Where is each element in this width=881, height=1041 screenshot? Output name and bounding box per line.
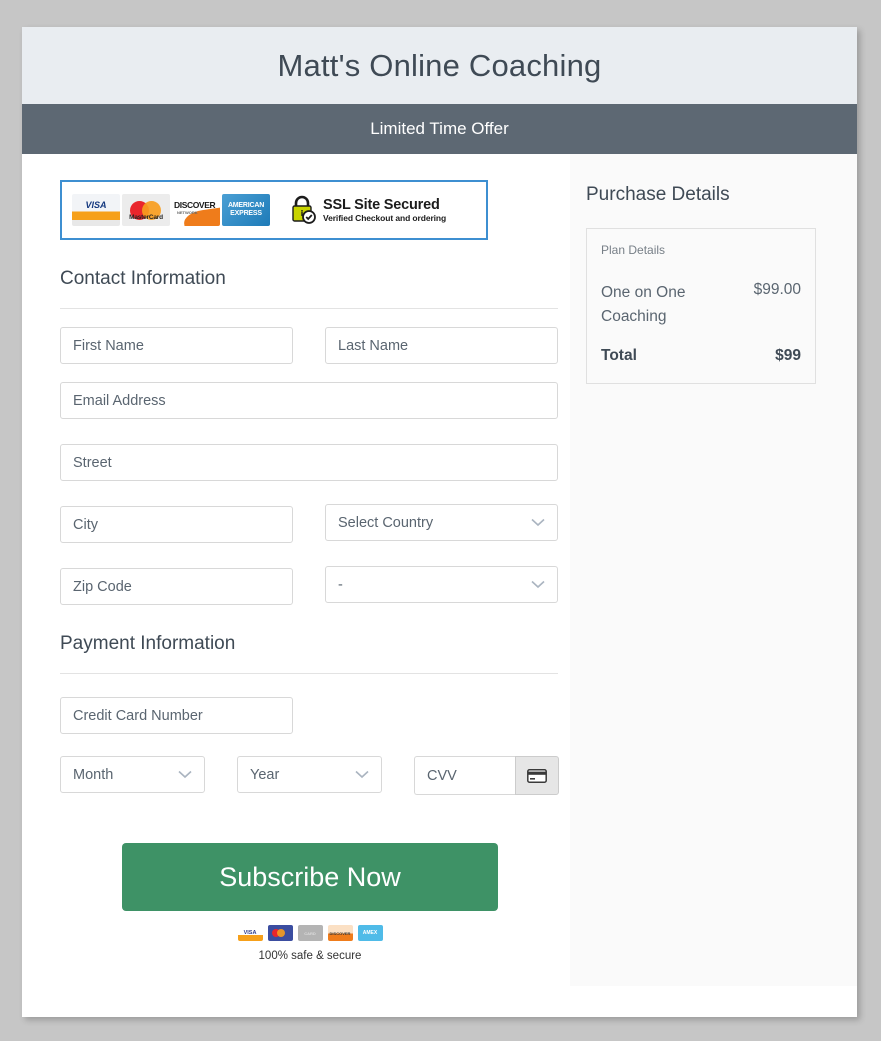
mastercard-logo-icon: MasterCard	[122, 194, 170, 226]
name-row: First Name Last Name	[60, 327, 570, 364]
amex-badge-icon: AMEX	[357, 925, 383, 941]
purchase-details-heading: Purchase Details	[586, 184, 730, 205]
plan-line-item: One on One Coaching $99.00	[601, 281, 801, 329]
accepted-cards-row: VISA CARD DISCOVER AMEX	[122, 925, 498, 941]
street-row: Street	[60, 444, 570, 481]
payment-section-divider	[60, 673, 558, 674]
country-select[interactable]: Select Country	[325, 504, 558, 541]
chevron-down-icon	[355, 770, 369, 779]
total-row: Total $99	[601, 347, 801, 365]
page-title: Matt's Online Coaching	[277, 47, 602, 83]
expiry-year-select[interactable]: Year	[237, 756, 382, 793]
discover-badge-icon: DISCOVER	[327, 925, 353, 941]
ssl-lock-group: i SSL Site Secured Verified Checkout and…	[290, 195, 446, 225]
ssl-title: SSL Site Secured	[323, 197, 440, 213]
expiry-cvv-row: Month Year CVV	[60, 756, 570, 795]
email-input[interactable]: Email Address	[60, 382, 558, 419]
subscribe-button-label: Subscribe Now	[219, 861, 401, 892]
mastercard-badge-icon	[267, 925, 293, 941]
generic-card-badge-icon: CARD	[297, 925, 323, 941]
offer-banner-text: Limited Time Offer	[370, 119, 509, 138]
visa-logo-icon: VISA	[72, 194, 120, 226]
ssl-trust-badge: VISA MasterCard DISCOVER NETWORK AMERICA…	[60, 180, 488, 240]
first-name-input[interactable]: First Name	[60, 327, 293, 364]
checkout-body: VISA MasterCard DISCOVER NETWORK AMERICA…	[22, 154, 857, 1017]
chevron-down-icon	[531, 518, 545, 527]
zip-code-input[interactable]: Zip Code	[60, 568, 293, 605]
plan-price: $99.00	[753, 281, 801, 298]
card-number-row: Credit Card Number	[60, 697, 570, 734]
last-name-input[interactable]: Last Name	[325, 327, 558, 364]
contact-section-divider	[60, 308, 558, 309]
credit-card-icon	[527, 768, 547, 783]
purchase-summary-column: Purchase Details Plan Details One on One…	[570, 154, 857, 986]
expiry-month-value: Month	[73, 766, 114, 783]
cvv-help-button[interactable]	[515, 756, 559, 795]
total-price: $99	[775, 347, 801, 365]
discover-logo-icon: DISCOVER NETWORK	[172, 194, 220, 226]
limited-time-offer-bar: Limited Time Offer	[22, 104, 857, 154]
contact-information-heading: Contact Information	[60, 268, 226, 289]
city-input[interactable]: City	[60, 506, 293, 543]
safe-secure-text: 100% safe & secure	[258, 950, 362, 962]
amex-logo-icon: AMERICAN EXPRESS	[222, 194, 270, 226]
total-label: Total	[601, 347, 637, 365]
ssl-subtitle: Verified Checkout and ordering	[323, 213, 447, 223]
zip-state-row: Zip Code -	[60, 566, 570, 605]
expiry-month-select[interactable]: Month	[60, 756, 205, 793]
chevron-down-icon	[178, 770, 192, 779]
visa-badge-icon: VISA	[237, 925, 263, 941]
checkout-card: Matt's Online Coaching Limited Time Offe…	[22, 27, 857, 1017]
plan-details-label: Plan Details	[601, 243, 666, 257]
cvv-input[interactable]: CVV	[414, 756, 515, 795]
subscribe-now-button[interactable]: Subscribe Now	[122, 843, 498, 911]
checkout-form-column: VISA MasterCard DISCOVER NETWORK AMERICA…	[22, 154, 570, 1017]
payment-information-heading: Payment Information	[60, 633, 236, 654]
brand-header: Matt's Online Coaching	[22, 27, 857, 104]
state-select-value: -	[338, 576, 343, 593]
expiry-year-value: Year	[250, 766, 280, 783]
country-select-value: Select Country	[338, 514, 434, 531]
state-select[interactable]: -	[325, 566, 558, 603]
chevron-down-icon	[531, 580, 545, 589]
email-row: Email Address	[60, 382, 570, 419]
credit-card-number-input[interactable]: Credit Card Number	[60, 697, 293, 734]
city-country-row: City Select Country	[60, 504, 570, 543]
plan-details-box: Plan Details One on One Coaching $99.00 …	[586, 228, 816, 385]
cvv-group: CVV	[414, 756, 559, 795]
plan-name: One on One Coaching	[601, 284, 686, 326]
padlock-icon: i	[292, 195, 316, 224]
page-background: Matt's Online Coaching Limited Time Offe…	[0, 0, 881, 1041]
street-input[interactable]: Street	[60, 444, 558, 481]
